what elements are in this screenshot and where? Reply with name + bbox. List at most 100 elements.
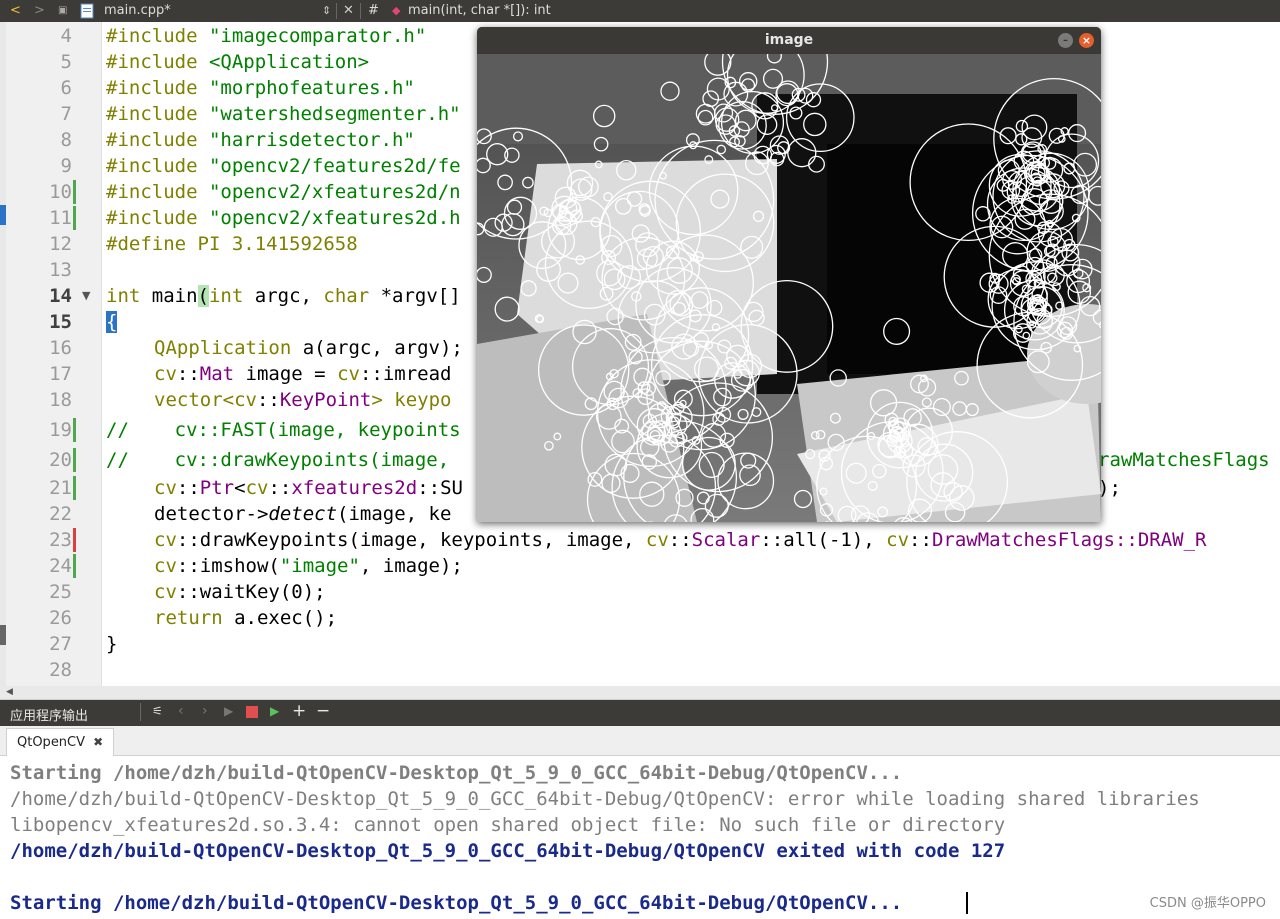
add-icon[interactable]: + <box>292 701 306 721</box>
output-line: /home/dzh/build-QtOpenCV-Desktop_Qt_5_9_… <box>10 840 1006 862</box>
filter-icon[interactable]: ⚟ <box>152 704 163 718</box>
code-token: #include <box>106 103 209 125</box>
tab-qtopencv[interactable]: QtOpenCV ✖ <box>6 728 115 756</box>
watermark: CSDN @振华OPPO <box>1149 896 1266 911</box>
line-number: 15 <box>49 311 72 333</box>
application-output[interactable]: Starting /home/dzh/build-QtOpenCV-Deskto… <box>0 756 1280 919</box>
code-token: "opencv2/xfeatures2d.h <box>208 207 461 229</box>
forward-arrow-icon[interactable]: > <box>34 0 45 22</box>
code-token: cv <box>245 477 269 499</box>
file-combo-arrow-icon[interactable]: ⇕ <box>322 0 331 22</box>
code-token: } <box>106 633 118 655</box>
file-icon <box>80 0 94 22</box>
change-marker <box>73 418 76 442</box>
line-number: 19 <box>49 419 72 441</box>
line-number: 26 <box>49 607 72 629</box>
code-token: #include <box>106 25 209 47</box>
code-token: ::all(-1), <box>760 529 887 551</box>
code-token: a.exec(); <box>222 607 338 629</box>
line-number: 13 <box>49 259 72 281</box>
stop-icon[interactable] <box>246 706 258 718</box>
file-name-combo[interactable]: main.cpp* <box>104 0 171 22</box>
code-token: cv <box>886 529 910 551</box>
close-icon[interactable]: × <box>1079 33 1094 48</box>
code-token: "opencv2/xfeatures2d/n <box>208 181 461 203</box>
code-token: int <box>208 285 244 307</box>
line-number: 28 <box>49 659 72 681</box>
code-line: detector->detect(image, ke <box>154 501 451 527</box>
line-number: 12 <box>49 233 72 255</box>
toolbar-divider <box>360 3 361 19</box>
line-number: 20 <box>49 449 72 471</box>
code-token: int <box>106 285 141 307</box>
code-token: ::waitKey(0); <box>176 581 326 603</box>
tab-label: QtOpenCV <box>17 735 86 750</box>
scroll-left-icon[interactable]: ◀ <box>6 687 13 697</box>
code-token: xfeatures2d <box>291 477 418 499</box>
code-line: cv::waitKey(0); <box>154 579 326 605</box>
code-line: int main(int argc, char *argv[] <box>106 283 461 309</box>
code-token: :: <box>256 389 280 411</box>
minimize-icon[interactable]: – <box>1058 33 1073 48</box>
toolbar-divider <box>336 3 337 19</box>
line-number-gutter: 4 5 6 7 8 9 10 11 12 13 14 ▼ 15 16 17 18… <box>6 22 102 686</box>
image-window-titlebar[interactable]: image – × <box>477 27 1101 54</box>
code-line: // cv::drawKeypoints(image, <box>106 447 461 473</box>
tab-close-icon[interactable]: ✖ <box>93 735 103 749</box>
code-token: // cv::drawKeypoints(image, <box>106 449 461 471</box>
debug-run-icon[interactable]: ▶ <box>270 704 279 718</box>
code-token: return <box>154 607 223 629</box>
code-token: Scalar <box>691 529 761 551</box>
code-token: "watershedsegmenter.h" <box>208 103 461 125</box>
code-token: #include <box>106 155 209 177</box>
prev-icon[interactable]: ‹ <box>178 703 184 719</box>
line-number: 23 <box>49 529 72 551</box>
code-token: rawMatchesFlags <box>1098 449 1270 471</box>
code-token: cv <box>154 529 177 551</box>
code-line: #include "opencv2/xfeatures2d.h <box>106 205 461 231</box>
close-file-icon[interactable]: ✕ <box>343 0 354 22</box>
code-line: cv::Ptr<cv::xfeatures2d::SU <box>154 475 463 501</box>
code-token: ); <box>1098 477 1121 499</box>
code-token: image = <box>234 363 338 385</box>
fold-arrow-icon[interactable]: ▼ <box>82 283 90 309</box>
run-icon[interactable]: ▶ <box>224 704 233 718</box>
remove-icon[interactable]: − <box>316 701 330 721</box>
code-token: char <box>323 285 370 307</box>
code-token: ::imread <box>359 363 452 385</box>
code-token: cv <box>337 363 360 385</box>
code-token: QApplication <box>154 337 292 359</box>
code-token: cv <box>154 477 177 499</box>
code-token: "opencv2/features2d/fe <box>208 155 461 177</box>
editor-horizontal-scrollbar[interactable]: ◀ <box>0 686 1280 700</box>
code-token: cv <box>645 529 669 551</box>
code-token: Mat <box>199 363 235 385</box>
line-number: 4 <box>60 25 72 47</box>
hash-label: # <box>368 3 379 18</box>
code-token: "imagecomparator.h" <box>208 25 427 47</box>
back-arrow-icon[interactable]: < <box>10 0 21 22</box>
image-window[interactable]: image – × <box>477 27 1101 522</box>
code-token: // cv::FAST(image, keypoints <box>106 419 461 441</box>
code-token: "image" <box>279 555 360 577</box>
change-marker <box>73 206 76 230</box>
code-token: > keypo <box>371 389 452 411</box>
code-token: , image); <box>359 555 463 577</box>
code-token: < <box>234 477 246 499</box>
output-line: Starting /home/dzh/build-QtOpenCV-Deskto… <box>10 762 903 784</box>
code-token: ( <box>197 285 209 307</box>
output-line: Starting /home/dzh/build-QtOpenCV-Deskto… <box>10 892 903 914</box>
code-token: { <box>106 311 118 333</box>
code-line: } <box>106 631 117 657</box>
header-divider <box>140 703 141 721</box>
code-token: ::SU <box>417 477 463 499</box>
code-token: cv <box>154 581 177 603</box>
function-icon: ◆ <box>392 4 401 17</box>
line-number: 8 <box>60 129 72 151</box>
line-number: 10 <box>49 181 72 203</box>
code-token: a(argc, argv); <box>291 337 463 359</box>
code-line: { <box>106 309 118 335</box>
symbol-combo[interactable]: main(int, char *[]): int <box>408 0 551 22</box>
next-icon[interactable]: › <box>202 703 208 719</box>
code-token: <QApplication> <box>208 51 370 73</box>
